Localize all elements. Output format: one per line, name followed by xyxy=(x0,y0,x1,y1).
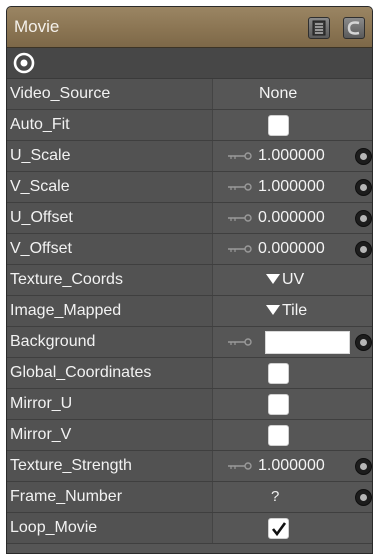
property-row-texture-coords: Texture_Coords UV xyxy=(7,265,372,296)
property-label: U_Scale xyxy=(7,141,213,171)
property-row-video-source: Video_Source None xyxy=(7,79,372,110)
property-row-auto-fit: Auto_Fit xyxy=(7,110,372,141)
keyframe-key-icon[interactable] xyxy=(228,183,253,191)
property-label: Loop_Movie xyxy=(7,513,213,543)
checkbox[interactable] xyxy=(268,363,289,384)
keyframe-key-icon[interactable] xyxy=(228,462,253,470)
connect-input-icon[interactable] xyxy=(355,179,372,196)
property-row-background: Background xyxy=(7,327,372,358)
property-row-image-mapped: Image_Mapped Tile xyxy=(7,296,372,327)
property-value: 0.000000 xyxy=(213,203,372,233)
property-label: V_Offset xyxy=(7,234,213,264)
node-toolbar xyxy=(7,48,372,79)
property-value xyxy=(213,327,372,357)
property-label: U_Offset xyxy=(7,203,213,233)
property-row-texture-strength: Texture_Strength 1.000000 xyxy=(7,451,372,482)
connect-input-icon[interactable] xyxy=(355,241,372,258)
connect-input-icon[interactable] xyxy=(355,489,372,506)
checkbox[interactable] xyxy=(268,115,289,136)
property-value xyxy=(213,358,372,388)
property-value: 0.000000 xyxy=(213,234,372,264)
connect-input-icon[interactable] xyxy=(355,148,372,165)
list-view-icon[interactable] xyxy=(308,17,330,39)
property-row-v-scale: V_Scale 1.000000 xyxy=(7,172,372,203)
keyframe-key-icon[interactable] xyxy=(228,338,253,346)
property-row-mirror-u: Mirror_U xyxy=(7,389,372,420)
property-label: Texture_Strength xyxy=(7,451,213,481)
property-label: Mirror_U xyxy=(7,389,213,419)
property-row-v-offset: V_Offset 0.000000 xyxy=(7,234,372,265)
dropdown-value: Tile xyxy=(282,302,308,319)
dropdown-value: UV xyxy=(282,271,305,288)
color-swatch[interactable] xyxy=(265,331,350,354)
property-list: Video_Source None Auto_Fit U_Scale 1.000000 V… xyxy=(7,79,372,544)
property-value xyxy=(213,513,372,543)
property-row-loop-movie: Loop_Movie xyxy=(7,513,372,544)
checkbox[interactable] xyxy=(268,518,289,539)
property-label: Background xyxy=(7,327,213,357)
property-row-u-offset: U_Offset 0.000000 xyxy=(7,203,372,234)
property-label: Auto_Fit xyxy=(7,110,213,140)
property-label: Image_Mapped xyxy=(7,296,213,326)
property-value xyxy=(213,420,372,450)
property-label: V_Scale xyxy=(7,172,213,202)
property-value: ? xyxy=(213,482,372,512)
keyframe-key-icon[interactable] xyxy=(228,152,253,160)
property-row-mirror-v: Mirror_V xyxy=(7,420,372,451)
property-value: Tile xyxy=(213,296,372,326)
numeric-field[interactable]: 1.000000 xyxy=(258,451,325,481)
checkmark-icon xyxy=(271,522,287,537)
property-value: 1.000000 xyxy=(213,141,372,171)
panel-title: Movie xyxy=(14,17,60,36)
connect-input-icon[interactable] xyxy=(355,210,372,227)
property-label: Global_Coordinates xyxy=(7,358,213,388)
property-label: Frame_Number xyxy=(7,482,213,512)
property-value: 1.000000 xyxy=(213,172,372,202)
numeric-field[interactable]: 1.000000 xyxy=(258,141,325,171)
dropdown-arrow-icon xyxy=(266,273,280,284)
dropdown-select[interactable]: Tile xyxy=(266,296,307,326)
numeric-field[interactable]: 1.000000 xyxy=(258,172,325,202)
connect-input-icon[interactable] xyxy=(355,458,372,475)
target-icon[interactable] xyxy=(12,51,36,75)
property-label: Texture_Coords xyxy=(7,265,213,295)
property-value: 1.000000 xyxy=(213,451,372,481)
property-row-global-coordinates: Global_Coordinates xyxy=(7,358,372,389)
frame-number-value: ? xyxy=(271,488,280,505)
property-value xyxy=(213,389,372,419)
keyframe-key-icon[interactable] xyxy=(228,245,253,253)
property-row-frame-number: Frame_Number? xyxy=(7,482,372,513)
property-value xyxy=(213,110,372,140)
checkbox[interactable] xyxy=(268,394,289,415)
property-label: Video_Source xyxy=(7,79,213,109)
checkbox[interactable] xyxy=(268,425,289,446)
numeric-field[interactable]: 0.000000 xyxy=(258,203,325,233)
dropdown-arrow-icon xyxy=(266,304,280,315)
wrap-icon[interactable] xyxy=(343,17,365,39)
keyframe-key-icon[interactable] xyxy=(228,214,253,222)
property-row-u-scale: U_Scale 1.000000 xyxy=(7,141,372,172)
panel-header: Movie xyxy=(7,7,372,48)
connect-input-icon[interactable] xyxy=(355,334,372,351)
property-label: Mirror_V xyxy=(7,420,213,450)
numeric-field[interactable]: 0.000000 xyxy=(258,234,325,264)
movie-node-panel: Movie Video_Source None Auto_Fit U_Scale 1.0… xyxy=(6,6,373,554)
dropdown-select[interactable]: UV xyxy=(266,265,304,295)
property-value: None xyxy=(213,79,372,109)
video-source-value[interactable]: None xyxy=(259,79,297,109)
property-value: UV xyxy=(213,265,372,295)
